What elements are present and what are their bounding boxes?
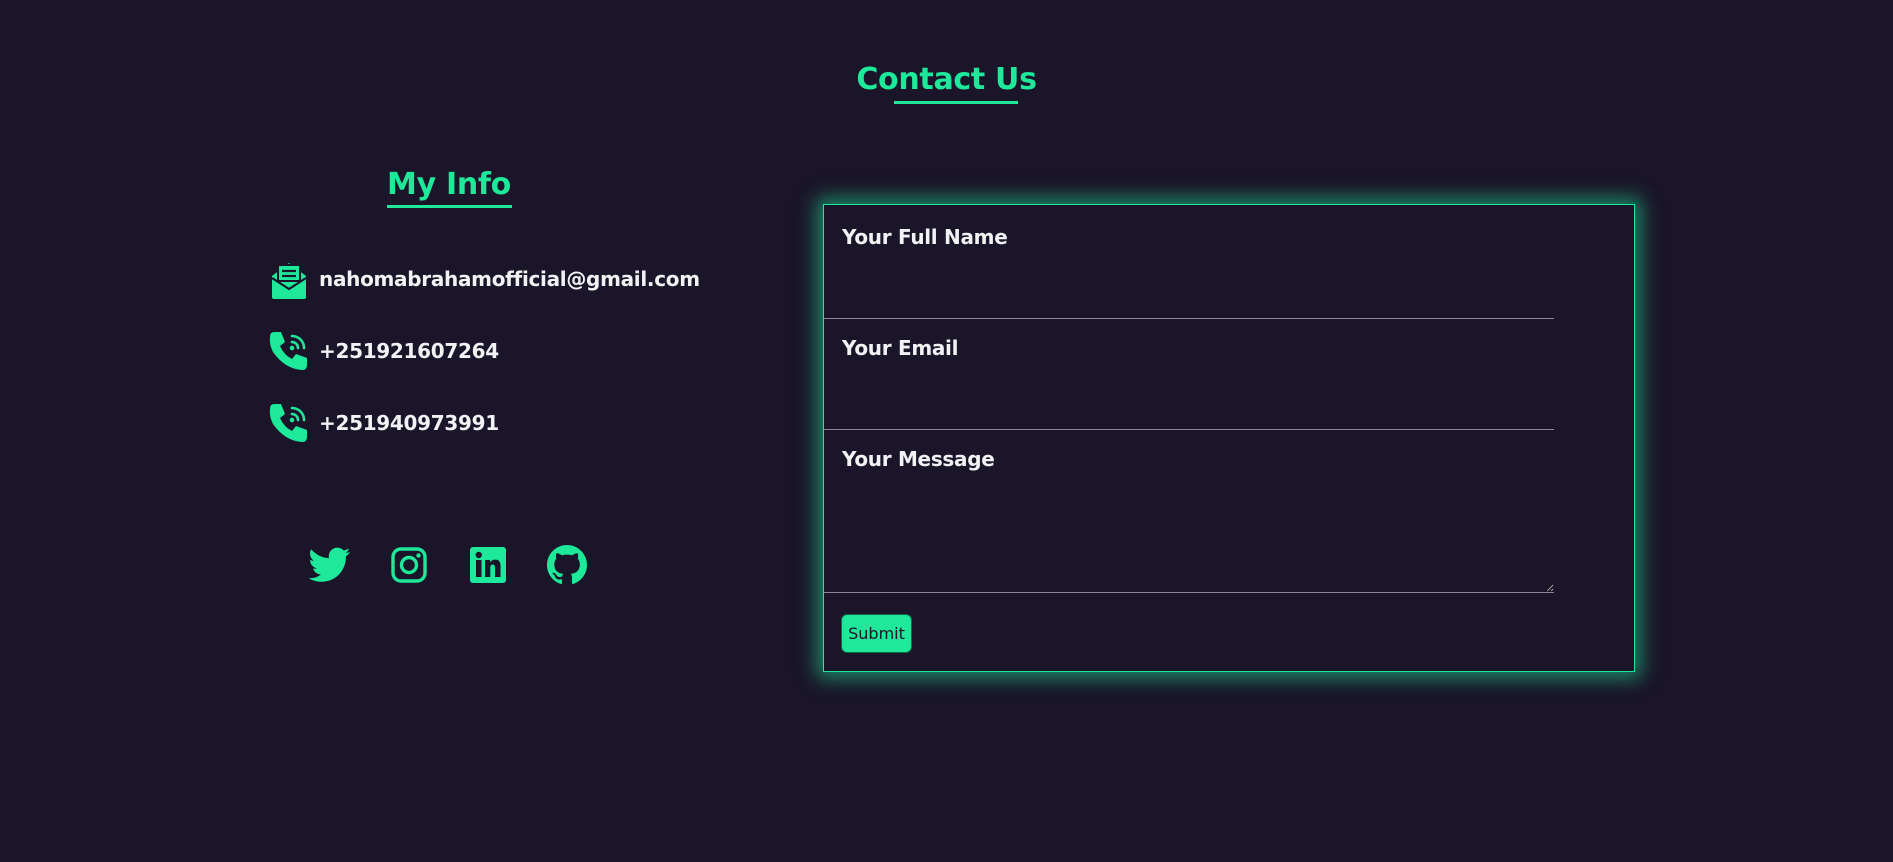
email-text: nahomabrahamofficial@gmail.com	[319, 267, 700, 291]
info-underline	[387, 205, 512, 208]
phone-text-1: +251921607264	[319, 339, 499, 363]
instagram-icon	[391, 547, 427, 583]
email-input[interactable]	[824, 368, 1554, 430]
github-icon	[547, 545, 587, 585]
phone-volume-icon	[267, 329, 311, 373]
message-label: Your Message	[842, 447, 995, 471]
info-item-phone-1: +251921607264	[267, 329, 499, 373]
linkedin-link[interactable]	[466, 543, 510, 587]
page-title: Contact Us	[856, 62, 1037, 97]
message-textarea[interactable]	[824, 479, 1554, 593]
contact-page: Contact Us My Info nahomabrahamofficial@…	[0, 0, 1893, 862]
info-title: My Info	[387, 167, 511, 202]
title-underline	[894, 101, 1018, 104]
full-name-input[interactable]	[824, 257, 1554, 319]
submit-button[interactable]: Submit	[841, 614, 912, 653]
twitter-icon	[309, 547, 351, 582]
contact-form: Your Full Name Your Email Your Message S…	[823, 204, 1635, 672]
email-label: Your Email	[842, 336, 959, 360]
instagram-link[interactable]	[387, 543, 431, 587]
envelope-open-icon	[267, 257, 311, 301]
info-item-email: nahomabrahamofficial@gmail.com	[267, 257, 700, 301]
github-link[interactable]	[545, 543, 589, 587]
linkedin-icon	[470, 547, 506, 583]
social-links	[308, 543, 589, 587]
info-item-phone-2: +251940973991	[267, 401, 499, 445]
phone-text-2: +251940973991	[319, 411, 499, 435]
twitter-link[interactable]	[308, 543, 352, 587]
phone-volume-icon	[267, 401, 311, 445]
name-label: Your Full Name	[842, 225, 1008, 249]
